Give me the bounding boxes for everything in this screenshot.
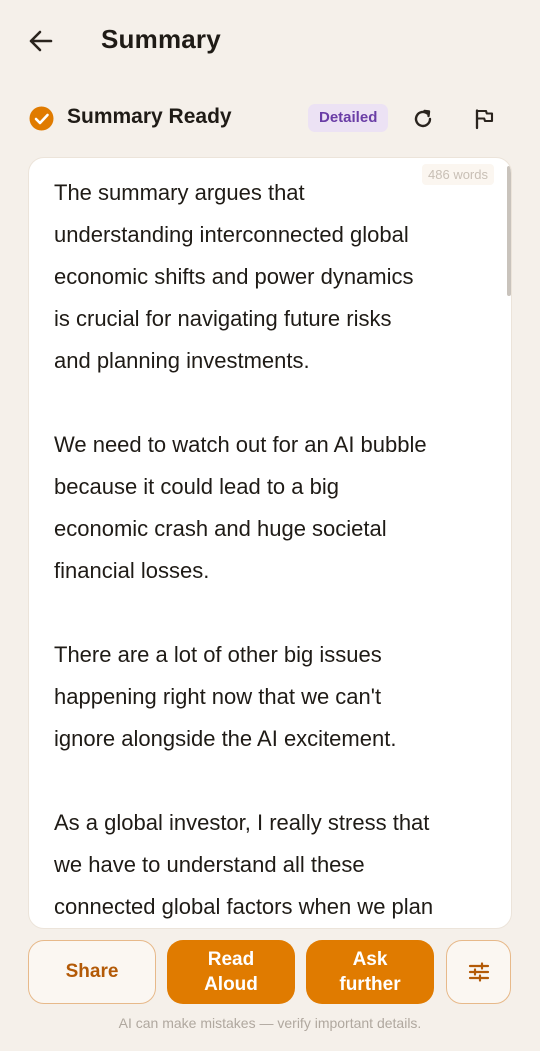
flag-icon	[475, 109, 494, 130]
ask-further-button[interactable]: Ask further	[306, 940, 434, 1004]
status-row: Summary Ready Detailed	[0, 98, 540, 142]
back-button[interactable]	[22, 24, 58, 58]
summary-paragraph: There are a lot of other big issues happ…	[54, 642, 397, 751]
scrollbar[interactable]	[507, 166, 511, 296]
page-title: Summary	[101, 24, 221, 54]
read-aloud-button[interactable]: Read Aloud	[167, 940, 295, 1004]
share-button[interactable]: Share	[28, 940, 156, 1004]
word-count-badge: 486 words	[422, 164, 494, 185]
summary-card[interactable]: The summary argues that understanding in…	[28, 157, 512, 929]
arrow-left-icon	[29, 30, 53, 52]
action-bar: Share Read Aloud Ask further	[0, 940, 540, 1004]
summary-text: The summary argues that understanding in…	[54, 172, 494, 928]
ai-disclaimer: AI can make mistakes — verify important …	[118, 1015, 422, 1031]
report-button[interactable]	[469, 104, 499, 134]
summary-paragraph: As a global investor, I really stress th…	[54, 810, 434, 919]
top-bar: Summary	[0, 0, 540, 84]
mode-badge[interactable]: Detailed	[308, 104, 389, 132]
summary-paragraph: We need to watch out for an AI bubble be…	[54, 432, 427, 583]
check-circle-icon	[29, 106, 54, 131]
refresh-button[interactable]	[408, 104, 438, 134]
status-text: Summary Ready	[67, 105, 232, 128]
summary-paragraph: The summary argues that understanding in…	[54, 180, 414, 373]
sliders-icon	[468, 962, 489, 982]
summary-screen: Summary Summary Ready Detailed The summa…	[0, 0, 540, 1051]
refresh-icon	[414, 109, 432, 128]
settings-button[interactable]	[446, 940, 511, 1004]
